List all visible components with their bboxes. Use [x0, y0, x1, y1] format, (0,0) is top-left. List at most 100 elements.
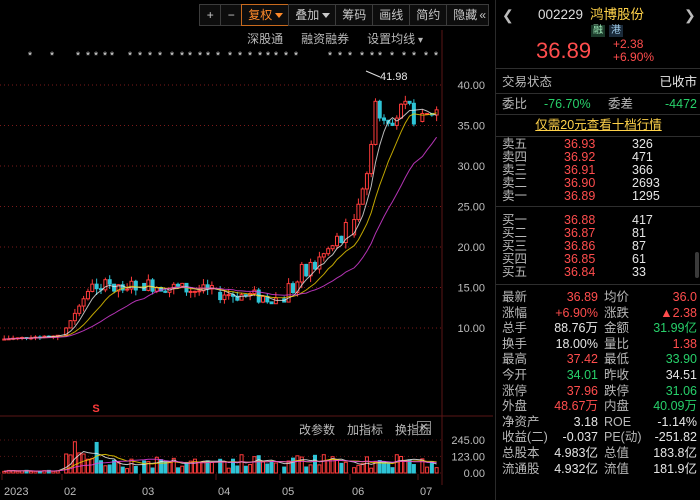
stat-value: 183.8亿	[653, 446, 697, 460]
event-star-icon: *	[348, 50, 353, 62]
volume-bar	[103, 465, 108, 474]
event-star-icon: *	[198, 50, 203, 62]
candle	[390, 119, 395, 127]
candle-body	[339, 235, 344, 243]
candle	[326, 246, 331, 256]
volume-bar	[399, 455, 404, 474]
volume-bar	[176, 467, 180, 474]
sell-level-label: 卖一	[502, 189, 528, 203]
candle-body	[94, 283, 99, 290]
panel-scrollbar[interactable]	[695, 252, 699, 278]
price-tick-label: 20.00	[457, 242, 485, 254]
candle	[226, 288, 231, 300]
change-params-button[interactable]: 改参数	[299, 421, 335, 438]
candle-body	[77, 305, 82, 314]
candle-body	[261, 295, 265, 303]
stat-label: 最新	[502, 290, 528, 304]
status-label: 交易状态	[502, 75, 553, 89]
volume-bar	[197, 461, 202, 474]
close-indicator-icon[interactable]: ✕	[417, 421, 431, 435]
ten-level-promo-link[interactable]: 仅需20元查看十档行情	[535, 118, 661, 132]
stat-label: 流值	[604, 461, 630, 476]
stat-label: PE(动)	[604, 430, 642, 445]
event-star-icon: *	[170, 50, 175, 62]
prev-stock-icon[interactable]: ❮	[502, 6, 514, 24]
candle-body	[163, 290, 168, 293]
event-star-icon: *	[94, 50, 99, 62]
event-star-icon: *	[424, 50, 429, 62]
candle-body	[360, 188, 365, 205]
stat-value: 18.00%	[555, 336, 598, 351]
candle-body	[146, 279, 151, 291]
candle-body	[407, 100, 412, 104]
volume-bar	[133, 465, 138, 474]
stat-value: 48.67万	[554, 399, 598, 414]
event-star-icon: *	[50, 50, 55, 62]
event-star-icon: *	[378, 50, 383, 62]
stat-value: 3.18	[573, 414, 598, 429]
event-star-icon: *	[370, 50, 375, 62]
stat-value: 37.96	[566, 383, 598, 398]
volume-bar	[226, 467, 231, 474]
candle-body	[90, 283, 95, 292]
volume-bar	[364, 456, 369, 474]
sell-volume: 1295	[632, 189, 660, 203]
candle	[11, 335, 16, 341]
volume-bar	[273, 462, 278, 474]
candle	[364, 171, 369, 196]
add-indicator-button[interactable]: 加指标	[347, 421, 383, 438]
stat-row: 最高 37.42 最低 33.90	[496, 352, 700, 368]
volume-bar	[243, 465, 248, 474]
high-label: 41.98	[380, 71, 408, 83]
candle-body	[382, 117, 386, 121]
buy-volume: 33	[632, 265, 646, 279]
volume-bar	[317, 464, 322, 474]
stat-label: 跌停	[604, 383, 630, 398]
candle	[146, 274, 151, 292]
volume-bar	[343, 461, 348, 474]
candle	[205, 279, 210, 295]
event-star-icon: *	[138, 50, 143, 62]
volume-bar	[85, 458, 90, 474]
event-star-icon: *	[188, 50, 193, 62]
chart-area[interactable]: + − 复权 叠加 筹码 画线 简约 隐藏« 深股通 融资融券 设置均线 ***…	[0, 0, 493, 500]
stat-label: 总手	[502, 321, 528, 336]
volume-bar	[326, 460, 331, 474]
time-tick-label: 03	[142, 486, 154, 498]
candle-body	[197, 290, 202, 293]
event-star-icon: *	[180, 50, 185, 62]
price-tick-label: 30.00	[457, 161, 485, 173]
volume-bar	[394, 454, 399, 474]
event-star-icon: *	[402, 50, 407, 62]
candle	[72, 308, 77, 325]
volume-bar	[429, 461, 434, 474]
event-star-icon: *	[412, 50, 417, 62]
candle-body	[192, 290, 197, 293]
candle-body	[291, 283, 295, 293]
weicha-value: -4472	[665, 97, 697, 111]
volume-bar	[15, 470, 20, 474]
volume-bar	[265, 463, 270, 474]
candle	[321, 252, 326, 262]
event-star-icon: *	[228, 50, 233, 62]
candle-body	[377, 100, 382, 119]
stat-value: 34.01	[566, 368, 598, 382]
high-annotation: 41.98	[365, 70, 408, 83]
candle-body	[434, 109, 439, 116]
price-tick-label: 25.00	[457, 202, 485, 214]
candle	[107, 275, 112, 289]
stat-value: 36.89	[566, 290, 598, 304]
stat-value: 37.42	[566, 352, 598, 367]
next-stock-icon[interactable]: ❯	[684, 6, 696, 24]
time-axis: 2023 02 03 04 05 06 07	[1, 474, 432, 498]
candle-body	[81, 298, 86, 307]
volume-bar	[125, 468, 130, 474]
stock-code: 002229	[538, 7, 584, 22]
candle	[188, 287, 193, 298]
volume-bar	[434, 467, 439, 474]
volume-bar	[308, 464, 313, 474]
volume-bar	[222, 461, 227, 474]
margin-tag: 融	[591, 25, 605, 37]
candle	[231, 291, 235, 303]
candle-body	[330, 245, 335, 250]
